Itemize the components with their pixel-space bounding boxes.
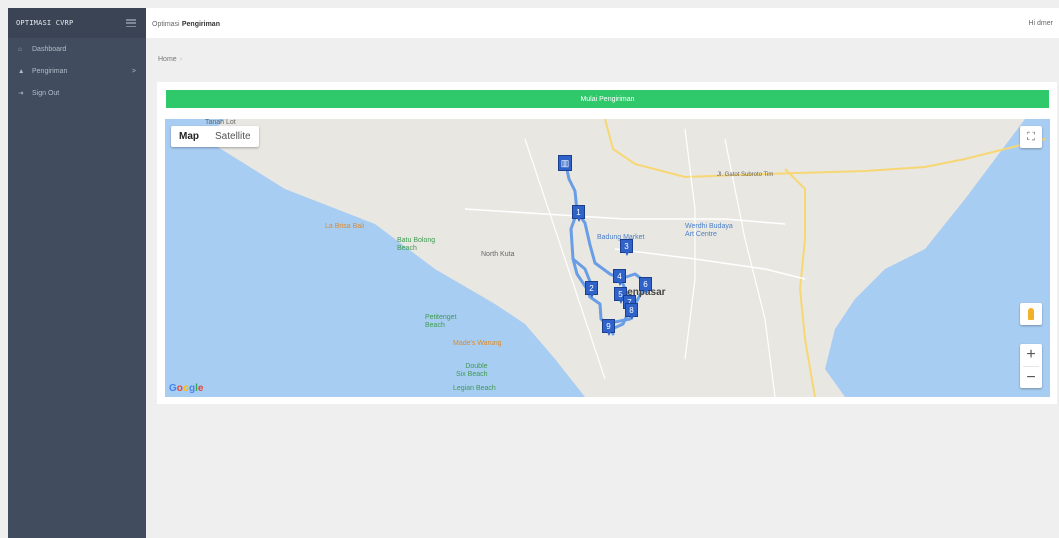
map-type-satellite-button[interactable]: Satellite <box>207 126 259 147</box>
home-icon: ⌂ <box>18 45 22 53</box>
place-label-north-kuta: North Kuta <box>481 251 515 258</box>
place-label-made-warung: Made's Warung <box>453 340 502 347</box>
route-marker-9[interactable]: 9 <box>602 319 615 336</box>
chevron-right-icon: > <box>131 67 136 75</box>
route-marker-2[interactable]: 2 <box>585 281 598 298</box>
sidebar-header: OPTIMASI CVRP <box>8 8 146 38</box>
hamburger-menu-icon[interactable] <box>126 19 136 27</box>
google-attribution: Google <box>169 383 204 394</box>
user-icon: ▲ <box>18 67 25 75</box>
place-label-legian: Legian Beach <box>453 385 496 392</box>
sidebar-item-sign-out[interactable]: ⇥ Sign Out <box>8 82 146 104</box>
breadcrumb: Home › <box>158 56 182 63</box>
sidebar-item-label: Sign Out <box>32 89 60 97</box>
route-map[interactable]: Map Satellite ⛶ + − Google Tanah Lot La … <box>165 119 1050 397</box>
map-canvas <box>165 119 1050 397</box>
route-marker-4[interactable]: 4 <box>613 269 626 286</box>
sidebar: OPTIMASI CVRP ⌂ Dashboard ▲ Pengiriman >… <box>8 8 146 538</box>
topbar: Optimasi Pengiriman Hi dmer <box>146 8 1059 38</box>
place-label-batu-bolong: Batu Bolong Beach <box>397 237 436 252</box>
place-label-werdhi-budaya: Werdhi Budaya Art Centre <box>685 223 733 238</box>
logout-icon: ⇥ <box>18 90 24 97</box>
street-view-pegman-icon[interactable] <box>1020 303 1042 325</box>
main-panel: Mulai Pengiriman Map Satellite ⛶ + − Goo… <box>157 82 1057 404</box>
place-label-la-brisa: La Brisa Bali <box>325 223 365 230</box>
depot-marker-icon[interactable]: ▥ <box>558 155 572 171</box>
sidebar-item-dashboard[interactable]: ⌂ Dashboard <box>8 38 146 60</box>
road-label-gatot-subroto: Jl. Gatot Subroto Tim <box>717 172 774 178</box>
sidebar-item-pengiriman[interactable]: ▲ Pengiriman > <box>8 60 146 82</box>
zoom-out-button[interactable]: − <box>1020 367 1042 389</box>
place-label-tanah-lot: Tanah Lot <box>205 119 236 126</box>
place-label-petitenget: Petitenget Beach <box>425 314 457 329</box>
user-greeting[interactable]: Hi dmer <box>1028 20 1053 27</box>
sidebar-item-label: Dashboard <box>32 45 67 53</box>
zoom-control: + − <box>1020 344 1042 388</box>
breadcrumb-separator-icon: › <box>179 56 183 63</box>
map-type-map-button[interactable]: Map <box>171 126 207 147</box>
route-marker-1[interactable]: 1 <box>572 205 585 222</box>
map-type-control: Map Satellite <box>171 126 259 147</box>
start-delivery-button[interactable]: Mulai Pengiriman <box>166 90 1049 108</box>
route-marker-6[interactable]: 6 <box>639 277 652 294</box>
page-title: Optimasi Pengiriman <box>152 19 220 28</box>
breadcrumb-home[interactable]: Home <box>158 56 177 63</box>
place-label-double-six: Double Six Beach <box>456 363 488 378</box>
brand-logo: OPTIMASI CVRP <box>16 19 74 27</box>
fullscreen-icon[interactable]: ⛶ <box>1020 126 1042 148</box>
page-title-prefix: Optimasi <box>152 20 180 28</box>
zoom-in-button[interactable]: + <box>1020 344 1042 366</box>
route-marker-3[interactable]: 3 <box>620 239 633 256</box>
page-title-emphasis: Pengiriman <box>181 20 220 28</box>
route-marker-8[interactable]: 8 <box>625 303 638 320</box>
sidebar-item-label: Pengiriman <box>32 67 68 75</box>
